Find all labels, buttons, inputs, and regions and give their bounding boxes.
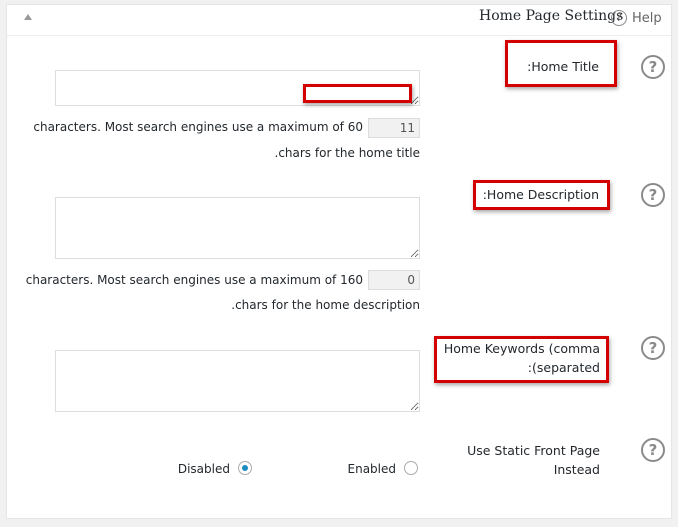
header-divider — [7, 35, 671, 36]
home-keywords-help-icon[interactable]: ? — [641, 336, 665, 360]
home-title-help-icon[interactable]: ? — [641, 55, 665, 79]
static-front-page-help-icon[interactable]: ? — [641, 438, 665, 462]
home-title-label: :Home Title — [527, 59, 599, 74]
home-title-note-line1: characters. Most search engines use a ma… — [33, 120, 363, 134]
home-keywords-label-line1: Home Keywords (comma — [443, 341, 600, 356]
home-description-label: :Home Description — [482, 187, 599, 202]
radio-disabled[interactable] — [238, 461, 252, 475]
help-question-icon[interactable]: ? — [611, 10, 627, 26]
home-keywords-textarea[interactable] — [55, 350, 420, 412]
collapse-arrow-icon[interactable] — [24, 14, 32, 20]
static-front-page-label-line1: Use Static Front Page — [467, 443, 600, 458]
option-disabled-label[interactable]: Disabled — [160, 462, 230, 476]
option-enabled-label[interactable]: Enabled — [330, 462, 397, 476]
panel-title: Home Page Settings — [479, 8, 624, 24]
home-description-help-icon[interactable]: ? — [641, 183, 665, 207]
home-description-textarea[interactable] — [55, 197, 420, 259]
home-title-value-highlight — [303, 84, 412, 103]
home-title-note-line2: .chars for the home title — [274, 146, 421, 160]
home-description-note-line2: .chars for the home description — [231, 298, 420, 312]
radio-enabled[interactable] — [404, 461, 418, 475]
home-description-char-count: 0 — [368, 270, 420, 290]
home-title-char-count: 11 — [368, 118, 420, 138]
home-keywords-label-line2: :(separated — [527, 360, 600, 375]
home-description-note-line1: characters. Most search engines use a ma… — [25, 273, 363, 287]
help-link[interactable]: Help — [632, 11, 662, 26]
static-front-page-label-line2: Instead — [553, 462, 600, 477]
